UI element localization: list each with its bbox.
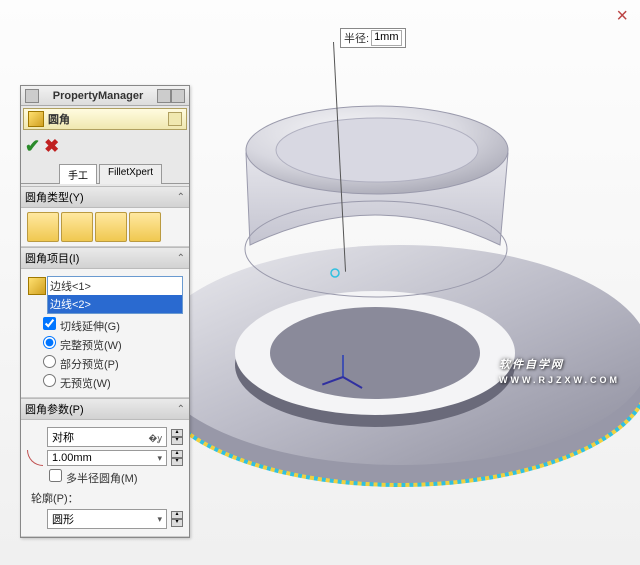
keep-visible-icon[interactable] [168, 112, 182, 126]
pm-title: PropertyManager [39, 90, 157, 102]
pm-header: PropertyManager [21, 86, 189, 106]
callout-leader [333, 42, 346, 272]
fillet-feature-icon [28, 111, 44, 127]
selection-filter-icon[interactable] [28, 277, 46, 295]
ok-cancel-row: ✔ ✖ [21, 132, 189, 161]
list-item[interactable]: 边线<2> [48, 295, 182, 313]
chevron-down-icon: ▾ [157, 514, 162, 525]
watermark: 软件自学网 WWW.RJZXW.COM [499, 343, 620, 385]
chevron-down-icon: ▾ [157, 453, 162, 464]
cancel-button[interactable]: ✖ [44, 136, 59, 157]
profile-label: 轮廓(P)： [31, 490, 183, 506]
fillet-type-full-round-icon[interactable] [129, 212, 161, 242]
tab-manual[interactable]: 手工 [59, 164, 97, 184]
callout-value[interactable]: 1mm [371, 30, 401, 46]
list-item[interactable]: 边线<1> [48, 277, 182, 295]
callout-label: 半径: [344, 30, 369, 46]
profile-dropdown[interactable]: 圆形▾ [47, 509, 167, 529]
multi-radius-checkbox[interactable]: 多半径圆角(M) [49, 469, 183, 486]
pm-help-icon[interactable] [171, 89, 185, 103]
pm-left-icon[interactable] [25, 89, 39, 103]
pm-pin-icon[interactable] [157, 89, 171, 103]
tab-filletxpert[interactable]: FilletXpert [99, 164, 162, 184]
section-fillet-type-header[interactable]: 圆角类型(Y) ⌃ [21, 186, 189, 208]
model-3d [140, 35, 640, 555]
section-params-header[interactable]: 圆角参数(P) ⌃ [21, 398, 189, 420]
close-icon[interactable]: × [616, 5, 628, 28]
chevron-up-icon: ⌃ [177, 192, 185, 203]
tangent-propagation-checkbox[interactable]: 切线延伸(G) [43, 317, 183, 334]
radius-icon [27, 450, 43, 466]
feature-title-bar: 圆角 [23, 108, 187, 130]
radius-spinner[interactable]: ▴▾ [171, 450, 183, 466]
chevron-down-icon: �ỿ [148, 431, 162, 444]
section-items-title: 圆角项目(I) [25, 250, 79, 266]
radius-input[interactable]: 1.00mm▾ [47, 450, 167, 466]
symmetry-spinner[interactable]: ▴▾ [171, 429, 183, 445]
fillet-type-variable-icon[interactable] [61, 212, 93, 242]
section-fillet-type-title: 圆角类型(Y) [25, 189, 84, 205]
section-params-title: 圆角参数(P) [25, 401, 84, 417]
section-fillet-type-body [21, 208, 189, 247]
chevron-up-icon: ⌃ [177, 253, 185, 264]
ok-button[interactable]: ✔ [25, 136, 40, 157]
symmetry-dropdown[interactable]: 对称�ỿ [47, 427, 167, 447]
radius-callout[interactable]: 半径: 1mm [340, 28, 406, 48]
full-preview-radio[interactable]: 完整预览(W) [43, 336, 183, 353]
no-preview-radio[interactable]: 无预览(W) [43, 374, 183, 391]
property-manager-panel: PropertyManager 圆角 ✔ ✖ 手工 FilletXpert 圆角… [20, 85, 190, 538]
profile-spinner[interactable]: ▴▾ [171, 511, 183, 527]
fillet-type-face-icon[interactable] [95, 212, 127, 242]
mode-tabs: 手工 FilletXpert [21, 161, 189, 184]
section-params-body: 对称�ỿ ▴▾ 1.00mm▾ ▴▾ 多半径圆角(M) 轮廓(P)： 圆形▾ ▴… [21, 420, 189, 537]
section-items-header[interactable]: 圆角项目(I) ⌃ [21, 247, 189, 269]
fillet-type-constant-icon[interactable] [27, 212, 59, 242]
feature-name: 圆角 [48, 111, 70, 127]
partial-preview-radio[interactable]: 部分预览(P) [43, 355, 183, 372]
section-items-body: 边线<1> 边线<2> 切线延伸(G) 完整预览(W) 部分预览(P) 无预览(… [21, 269, 189, 398]
edge-selection-list[interactable]: 边线<1> 边线<2> [47, 276, 183, 314]
chevron-up-icon: ⌃ [177, 404, 185, 415]
